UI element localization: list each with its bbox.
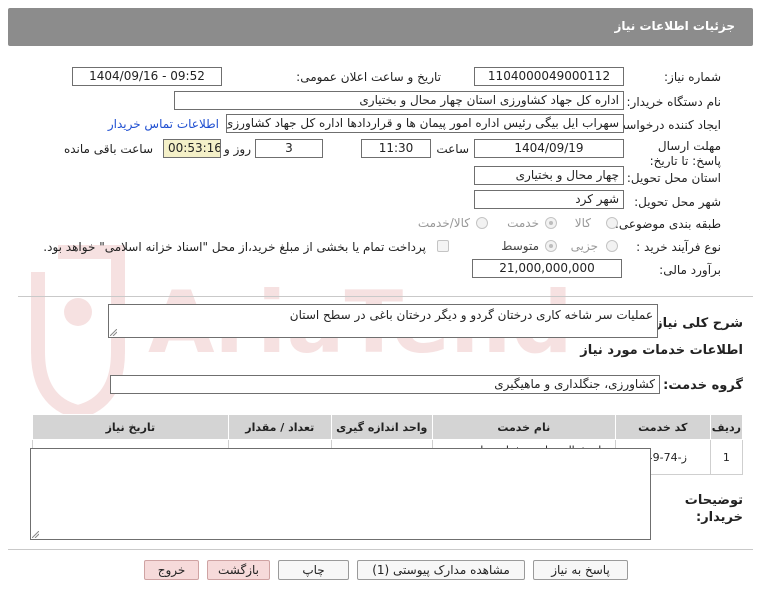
deadline-date-field: 1404/09/19	[474, 139, 624, 158]
service-group-label: گروه خدمت:	[663, 378, 743, 393]
resize-grip-icon[interactable]	[32, 531, 39, 538]
requester-field: سهراب ایل بیگی رئیس اداره امور پیمان ها …	[226, 114, 624, 133]
deadline-label: مهلت ارسال پاسخ: تا تاریخ:	[649, 139, 721, 168]
exit-button[interactable]: خروج	[144, 560, 199, 580]
province-label: استان محل تحویل:	[626, 171, 721, 185]
category-radio-goods-service[interactable]	[476, 217, 488, 229]
col-date-header: تاریخ نیاز	[32, 414, 229, 440]
treasury-payment-note: پرداخت تمام یا بخشی از مبلغ خرید،از محل …	[43, 240, 426, 254]
estimate-field: 21,000,000,000	[472, 259, 622, 278]
page-title: جزئیات اطلاعات نیاز	[614, 19, 735, 33]
process-label: نوع فرآیند خرید :	[636, 240, 721, 254]
category-option-goods: کالا	[574, 216, 591, 230]
view-attachments-button[interactable]: مشاهده مدارک پیوستی (1)	[357, 560, 525, 580]
deadline-time-field: 11:30	[361, 139, 431, 158]
city-label: شهر محل تحویل:	[634, 195, 721, 209]
col-unit-header: واحد اندازه گیری	[330, 414, 433, 440]
col-code-header: کد خدمت	[614, 414, 711, 440]
reply-button[interactable]: پاسخ به نیاز	[533, 560, 628, 580]
need-number-field: 1104000049000112	[474, 67, 624, 86]
buyer-org-label: نام دستگاه خریدار:	[626, 95, 722, 109]
need-number-label: شماره نیاز:	[664, 70, 721, 84]
col-qty-header: تعداد / مقدار	[227, 414, 332, 440]
process-option-minor: جزیی	[570, 239, 598, 253]
back-button[interactable]: بازگشت	[207, 560, 270, 580]
remaining-time-label: ساعت باقی مانده	[63, 142, 153, 156]
process-option-medium: متوسط	[501, 239, 539, 253]
category-option-service: خدمت	[507, 216, 539, 230]
divider	[18, 296, 753, 297]
cell-row-number: 1	[709, 439, 744, 475]
category-option-goods-service: کالا/خدمت	[417, 216, 470, 230]
summary-textarea[interactable]: عملیات سر شاخه کاری درختان گردو و دیگر د…	[108, 304, 658, 338]
services-section-title: اطلاعات خدمات مورد نیاز	[580, 343, 743, 358]
col-row-header: ردیف	[709, 414, 744, 440]
requester-label: ایجاد کننده درخواست:	[610, 118, 721, 132]
announce-datetime-label: تاریخ و ساعت اعلان عمومی:	[296, 70, 441, 84]
process-radio-medium[interactable]	[545, 240, 557, 252]
col-name-header: نام خدمت	[431, 414, 616, 440]
deadline-days-field: 3	[255, 139, 323, 158]
print-button[interactable]: چاپ	[278, 560, 349, 580]
city-field: شهر کرد	[474, 190, 624, 209]
table-header-row: ردیف کد خدمت نام خدمت واحد اندازه گیری ت…	[32, 414, 744, 440]
deadline-days-label: روز و	[224, 142, 251, 156]
summary-label: شرح کلی نیاز:	[649, 316, 743, 331]
buyer-notes-textarea[interactable]	[30, 448, 651, 540]
announce-datetime-field: 1404/09/16 - 09:52	[72, 67, 222, 86]
resize-grip-icon[interactable]	[110, 329, 117, 336]
remaining-time-field: 00:53:16	[163, 139, 221, 158]
service-group-field: کشاورزی، جنگلداری و ماهیگیری	[110, 375, 660, 394]
treasury-payment-checkbox[interactable]	[437, 240, 449, 252]
buyer-org-field: اداره کل جهاد کشاورزی استان چهار محال و …	[174, 91, 624, 110]
page-header: جزئیات اطلاعات نیاز	[8, 8, 753, 46]
divider	[8, 549, 753, 550]
buyer-notes-label: توضیحات خریدار:	[684, 493, 743, 525]
category-label: طبقه بندی موضوعی:	[614, 217, 721, 231]
category-radio-goods[interactable]	[606, 217, 618, 229]
buyer-contact-link[interactable]: اطلاعات تماس خریدار	[108, 117, 219, 131]
province-field: چهار محال و بختیاری	[474, 166, 624, 185]
category-radio-service[interactable]	[545, 217, 557, 229]
estimate-label: برآورد مالی:	[659, 263, 721, 277]
process-radio-minor[interactable]	[606, 240, 618, 252]
deadline-time-label: ساعت	[436, 142, 469, 156]
